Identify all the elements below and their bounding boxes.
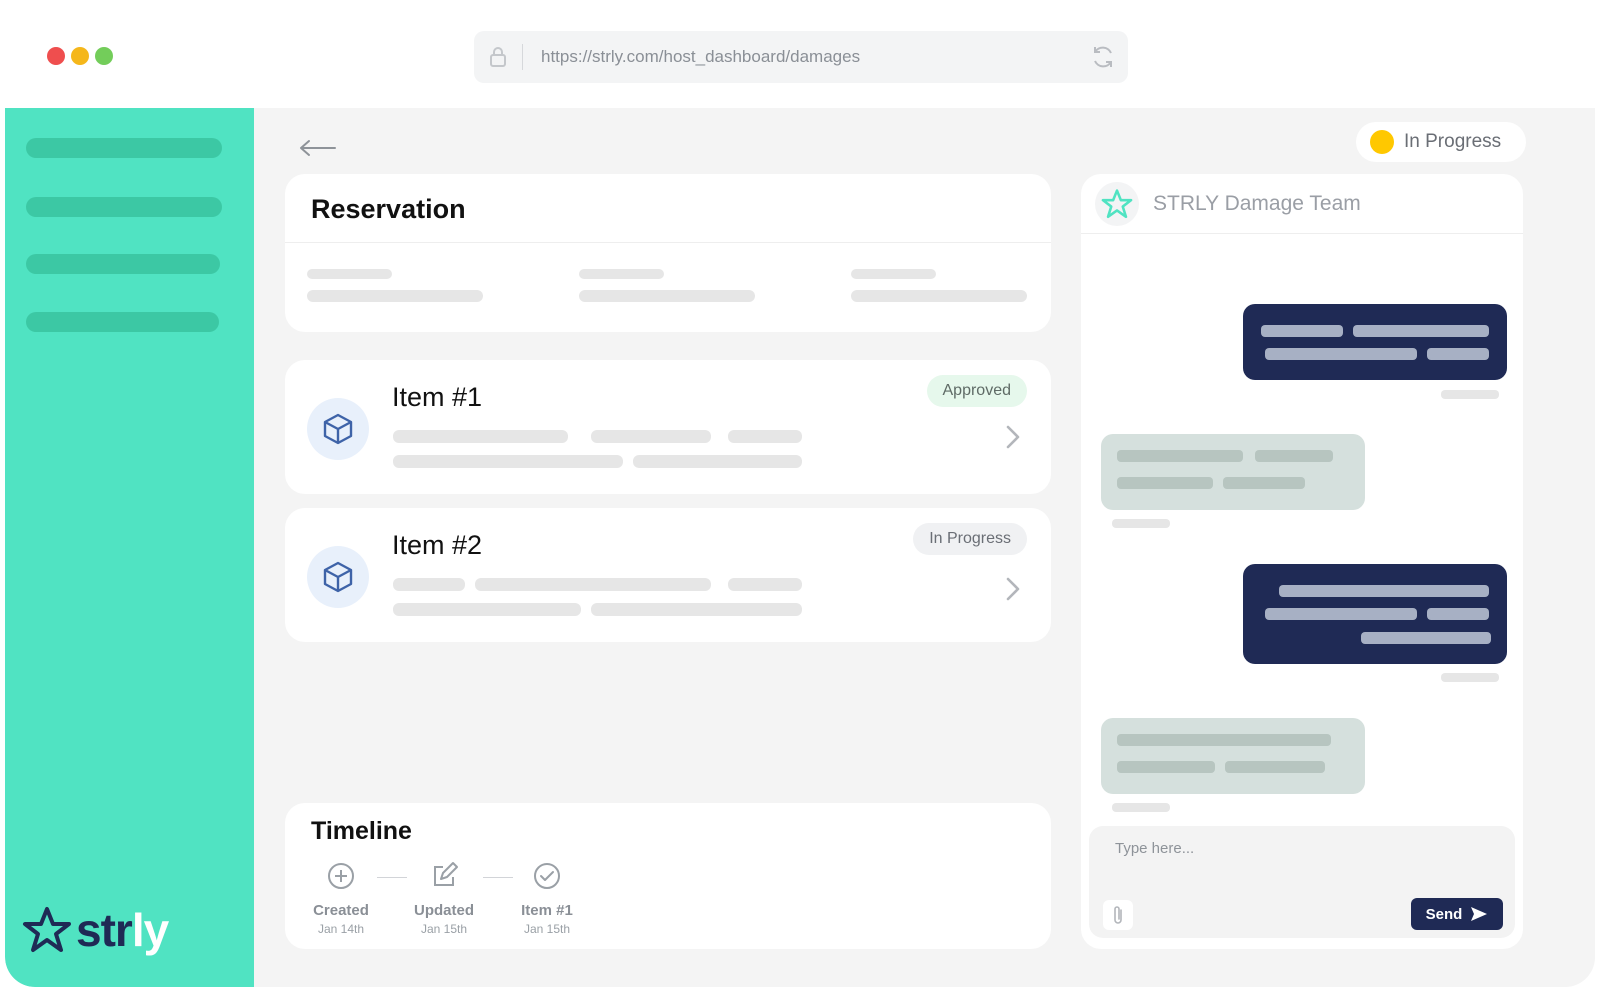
chevron-right-icon[interactable] — [1005, 576, 1021, 607]
skeleton-line — [475, 578, 711, 591]
address-bar[interactable]: https://strly.com/host_dashboard/damages — [474, 31, 1128, 83]
logo-wordmark: strly — [76, 904, 169, 956]
sidebar: strly — [5, 108, 254, 987]
approved-badge: Approved — [926, 375, 1027, 407]
skeleton-line — [591, 430, 711, 443]
step-date: Jan 15th — [420, 922, 468, 936]
item-title: Item #2 — [392, 530, 483, 560]
minimize-window-dot[interactable] — [71, 47, 89, 65]
address-divider — [522, 44, 523, 70]
skeleton-line — [728, 578, 802, 591]
step-label: Item #1 — [521, 902, 573, 919]
sent-message-bubble — [1243, 564, 1507, 664]
reload-icon[interactable] — [1078, 44, 1128, 70]
strly-logo: strly — [22, 903, 169, 957]
edit-icon — [434, 862, 458, 886]
send-label: Send — [1425, 905, 1463, 923]
send-button[interactable]: Send — [1411, 898, 1503, 930]
skeleton-line — [393, 578, 465, 591]
in-progress-badge: In Progress — [913, 523, 1027, 555]
team-avatar — [1095, 181, 1139, 226]
url-text[interactable]: https://strly.com/host_dashboard/damages — [541, 47, 1078, 67]
skeleton-line — [633, 455, 802, 468]
cube-icon — [323, 561, 353, 593]
skeleton-line — [393, 603, 581, 616]
skeleton-line — [591, 603, 802, 616]
timeline-step-item: Item #1 Jan 15th — [502, 861, 592, 936]
window-controls — [47, 47, 113, 65]
status-badge: In Progress — [1356, 122, 1526, 162]
sidebar-item-placeholder[interactable] — [26, 138, 222, 158]
message-input[interactable]: Type here... — [1115, 840, 1194, 857]
card-divider — [285, 242, 1051, 243]
chat-team-name: STRLY Damage Team — [1153, 191, 1361, 215]
step-date: Jan 15th — [523, 922, 571, 936]
close-window-dot[interactable] — [47, 47, 65, 65]
attachment-icon[interactable] — [1103, 900, 1133, 930]
status-label: In Progress — [1404, 131, 1502, 152]
step-date: Jan 14th — [317, 922, 365, 936]
star-logo-icon — [1101, 188, 1133, 218]
sidebar-item-placeholder[interactable] — [26, 197, 222, 217]
timeline-title: Timeline — [311, 817, 412, 845]
chat-header: STRLY Damage Team — [1081, 174, 1523, 234]
item-avatar — [307, 398, 369, 460]
status-dot — [1370, 130, 1394, 154]
lock-icon — [474, 46, 522, 68]
item-title: Item #1 — [392, 382, 483, 412]
received-message-bubble — [1101, 434, 1365, 510]
back-arrow-icon[interactable] — [297, 138, 337, 163]
step-label: Updated — [414, 902, 474, 919]
skeleton-line — [307, 290, 483, 302]
sent-message-bubble — [1243, 304, 1507, 380]
plus-circle-icon — [328, 863, 354, 889]
skeleton-line — [579, 269, 664, 279]
skeleton-line — [393, 455, 623, 468]
sidebar-item-placeholder[interactable] — [26, 254, 220, 274]
sidebar-item-placeholder[interactable] — [26, 312, 219, 332]
reservation-card: Reservation — [285, 174, 1051, 332]
cube-icon — [323, 413, 353, 445]
check-circle-icon — [534, 863, 560, 889]
message-timestamp — [1112, 803, 1170, 812]
item-avatar — [307, 546, 369, 608]
skeleton-line — [851, 290, 1027, 302]
message-timestamp — [1112, 519, 1170, 528]
timeline-card: Timeline Created Jan 14th Updated Jan 15… — [285, 803, 1051, 949]
maximize-window-dot[interactable] — [95, 47, 113, 65]
skeleton-line — [851, 269, 936, 279]
damage-item-card[interactable]: Item #2 In Progress — [285, 508, 1051, 642]
reservation-title: Reservation — [311, 194, 466, 224]
timeline-step-created: Created Jan 14th — [296, 861, 386, 936]
step-label: Created — [313, 902, 369, 919]
skeleton-line — [307, 269, 392, 279]
app-frame: strly In Progress Reservation Item #1 Ap… — [5, 108, 1595, 987]
chat-panel: STRLY Damage Team Type here... Send — [1081, 174, 1523, 949]
star-logo-icon — [23, 907, 71, 952]
skeleton-line — [393, 430, 568, 443]
message-composer[interactable]: Type here... Send — [1089, 826, 1515, 938]
received-message-bubble — [1101, 718, 1365, 794]
damage-item-card[interactable]: Item #1 Approved — [285, 360, 1051, 494]
message-timestamp — [1441, 673, 1499, 682]
message-timestamp — [1441, 390, 1499, 399]
skeleton-line — [728, 430, 802, 443]
chevron-right-icon[interactable] — [1005, 424, 1021, 455]
skeleton-line — [579, 290, 755, 302]
timeline-step-updated: Updated Jan 15th — [399, 861, 489, 936]
send-arrow-icon — [1471, 907, 1488, 921]
